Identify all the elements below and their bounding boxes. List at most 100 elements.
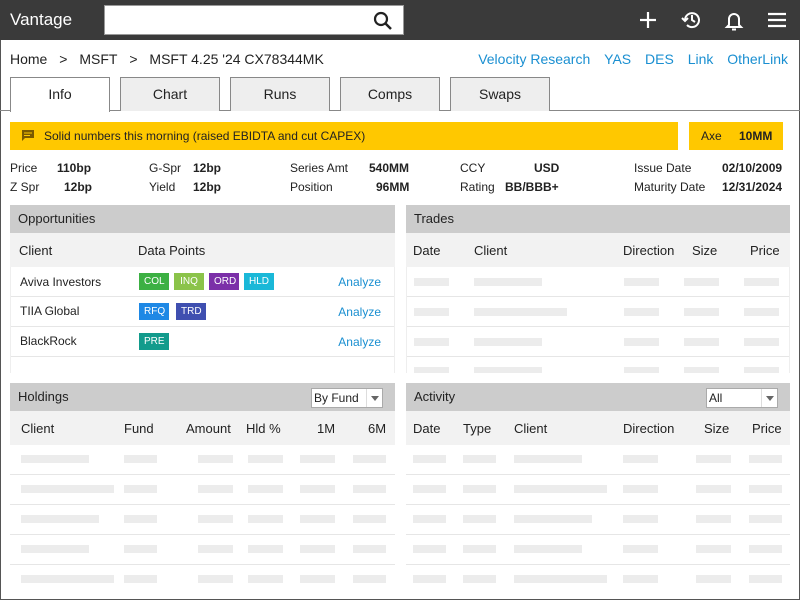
placeholder [198, 455, 233, 463]
table-row[interactable] [10, 565, 395, 595]
table-row[interactable] [407, 297, 789, 327]
placeholder [514, 485, 607, 493]
breadcrumb-home[interactable]: Home [10, 51, 47, 67]
activity-filter-select[interactable]: All [706, 388, 778, 408]
table-row[interactable] [10, 535, 395, 565]
chip-pre[interactable]: PRE [139, 333, 169, 350]
column-header[interactable]: Size [692, 243, 717, 258]
table-row[interactable] [407, 267, 789, 297]
link-yas[interactable]: YAS [604, 51, 631, 67]
placeholder [684, 367, 719, 373]
placeholder [198, 485, 233, 493]
tab-info[interactable]: Info [10, 77, 110, 112]
table-row[interactable] [406, 475, 790, 505]
analyze-link[interactable]: Analyze [338, 275, 381, 289]
placeholder [696, 545, 731, 553]
table-row[interactable] [10, 505, 395, 535]
column-header[interactable]: Client [19, 243, 52, 258]
breadcrumb-separator: > [129, 51, 138, 67]
column-header[interactable]: Type [463, 421, 491, 436]
placeholder [624, 367, 659, 373]
chip-hld[interactable]: HLD [244, 273, 274, 290]
tab-chart[interactable]: Chart [120, 77, 220, 111]
chip-rfq[interactable]: RFQ [139, 303, 169, 320]
placeholder [514, 455, 582, 463]
column-header[interactable]: Fund [124, 421, 154, 436]
placeholder [300, 545, 335, 553]
analyze-link[interactable]: Analyze [338, 305, 381, 319]
table-row[interactable]: BlackRock PRE Analyze [11, 327, 394, 357]
column-header[interactable]: Data Points [138, 243, 205, 258]
column-header[interactable]: Date [413, 421, 440, 436]
placeholder [353, 575, 386, 583]
column-header[interactable]: Date [413, 243, 440, 258]
chip-ord[interactable]: ORD [209, 273, 239, 290]
plus-icon[interactable] [637, 9, 659, 31]
info-label-yield: Yield [149, 180, 176, 194]
table-row[interactable] [406, 565, 790, 595]
column-header[interactable]: 6M [368, 421, 386, 436]
info-label-issue-date: Issue Date [634, 161, 692, 175]
table-row[interactable] [10, 445, 395, 475]
placeholder [463, 575, 496, 583]
activity-panel: Activity All Date Type Client Direction … [406, 383, 790, 593]
breadcrumb-ticker[interactable]: MSFT [79, 51, 117, 67]
client-name: Aviva Investors [20, 275, 102, 289]
chip-col[interactable]: COL [139, 273, 169, 290]
tab-swaps[interactable]: Swaps [450, 77, 550, 111]
placeholder [300, 515, 335, 523]
placeholder [623, 545, 658, 553]
info-value-z-spr: 12bp [64, 180, 93, 194]
link-velocity-research[interactable]: Velocity Research [478, 51, 590, 67]
placeholder [248, 575, 283, 583]
trades-header: Date Client Direction Size Price [406, 233, 790, 267]
table-row[interactable] [406, 535, 790, 565]
bell-icon[interactable] [723, 9, 745, 31]
column-header[interactable]: Direction [623, 421, 674, 436]
table-row[interactable] [407, 327, 789, 357]
table-row[interactable] [406, 505, 790, 535]
breadcrumb-separator: > [59, 51, 68, 67]
column-header[interactable]: 1M [317, 421, 335, 436]
table-row[interactable] [406, 445, 790, 475]
placeholder [248, 485, 283, 493]
info-value-series-amt: 540MM [369, 161, 410, 175]
chevron-down-icon[interactable] [761, 389, 777, 407]
table-row[interactable]: Aviva Investors COL INQ ORD HLD Analyze [11, 267, 394, 297]
chevron-down-icon[interactable] [366, 389, 382, 407]
placeholder [474, 367, 542, 373]
column-header[interactable]: Direction [623, 243, 674, 258]
analyze-link[interactable]: Analyze [338, 335, 381, 349]
link-des[interactable]: DES [645, 51, 674, 67]
search-input[interactable] [109, 10, 369, 30]
table-row[interactable]: TIIA Global RFQ TRD Analyze [11, 297, 394, 327]
placeholder [248, 545, 283, 553]
info-value-issue-date: 02/10/2009 [722, 161, 783, 175]
placeholder [124, 485, 157, 493]
placeholder [749, 575, 782, 583]
column-header[interactable]: Client [514, 421, 547, 436]
column-header[interactable]: Hld % [246, 421, 281, 436]
link-link[interactable]: Link [688, 51, 714, 67]
column-header[interactable]: Amount [186, 421, 231, 436]
column-header[interactable]: Client [21, 421, 54, 436]
search-box[interactable] [104, 5, 404, 35]
table-row[interactable] [407, 357, 789, 373]
column-header[interactable]: Price [752, 421, 782, 436]
menu-icon[interactable] [766, 9, 788, 31]
tab-comps[interactable]: Comps [340, 77, 440, 111]
column-header[interactable]: Size [704, 421, 729, 436]
placeholder [684, 308, 719, 316]
search-icon[interactable] [373, 11, 393, 31]
tab-runs[interactable]: Runs [230, 77, 330, 111]
history-icon[interactable] [680, 9, 702, 31]
activity-header: Date Type Client Direction Size Price [406, 411, 790, 445]
table-row[interactable] [10, 475, 395, 505]
holdings-filter-select[interactable]: By Fund [311, 388, 383, 408]
chip-trd[interactable]: TRD [176, 303, 206, 320]
link-otherlink[interactable]: OtherLink [727, 51, 788, 67]
column-header[interactable]: Client [474, 243, 507, 258]
placeholder [696, 455, 731, 463]
column-header[interactable]: Price [750, 243, 780, 258]
chip-inq[interactable]: INQ [174, 273, 204, 290]
